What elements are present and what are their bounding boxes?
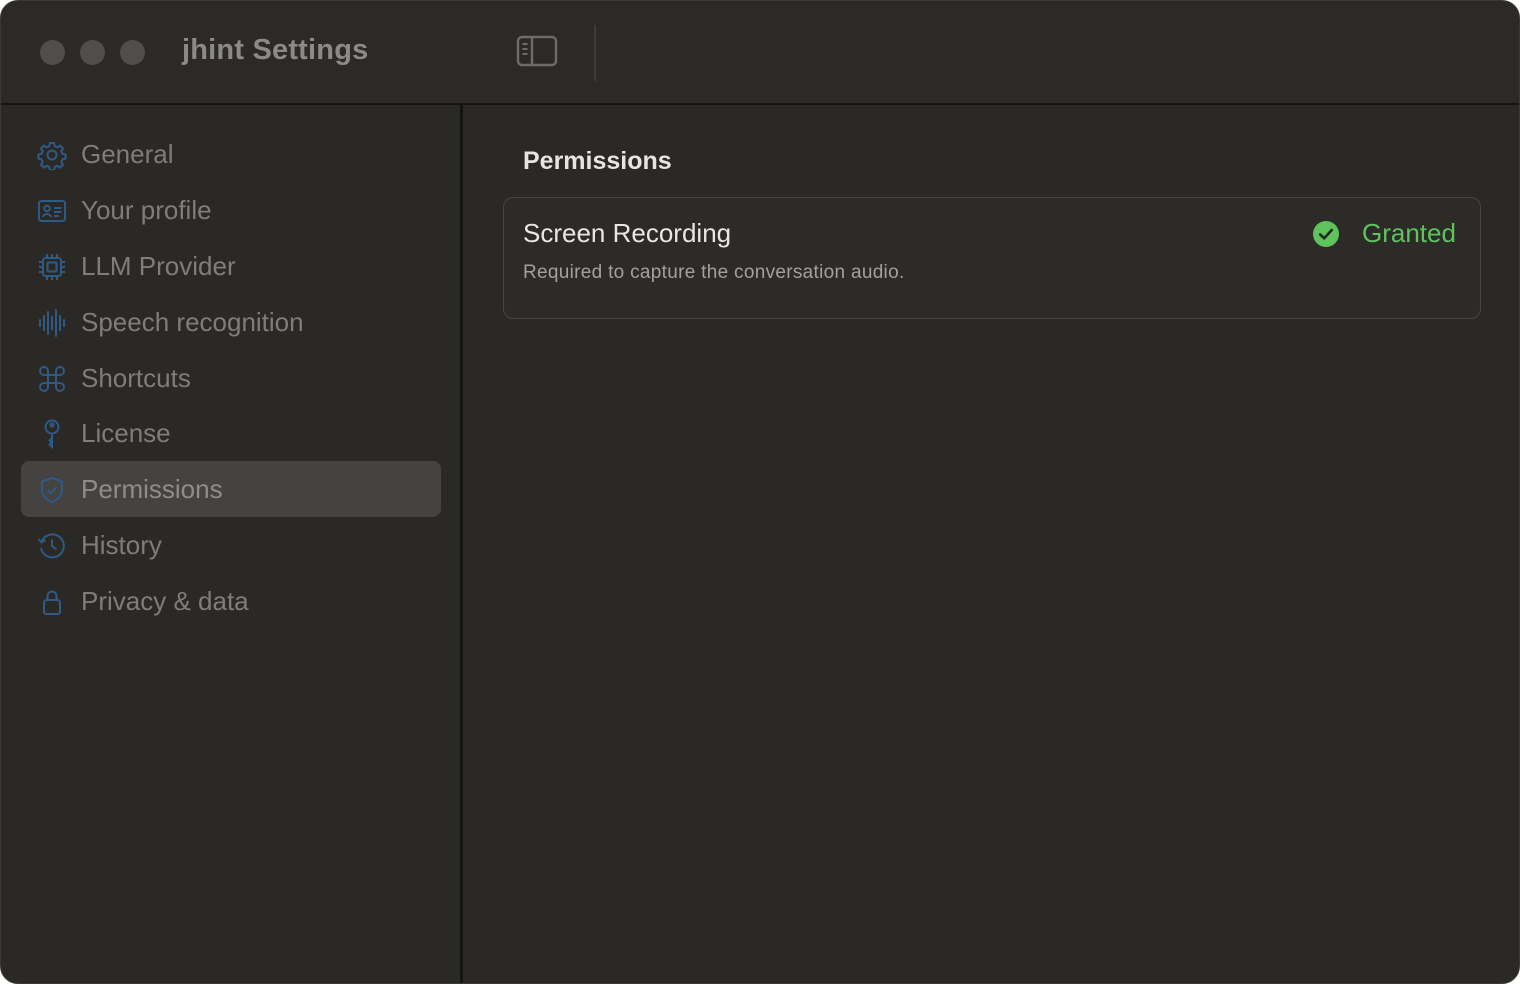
permission-description: Required to capture the conversation aud…: [523, 262, 905, 283]
profile-card-icon: [37, 196, 67, 226]
sidebar-item-llm-provider[interactable]: LLM Provider: [21, 238, 441, 294]
command-key-icon: [37, 364, 67, 394]
permission-card-screen-recording: Screen Recording Required to capture the…: [503, 197, 1481, 319]
sidebar-item-label: Permissions: [81, 474, 223, 504]
sidebar-item-label: LLM Provider: [81, 251, 236, 281]
sidebar-item-label: Shortcuts: [81, 363, 191, 393]
sidebar-item-general[interactable]: General: [21, 126, 441, 182]
settings-window: jhint Settings General Your profile LLM …: [0, 0, 1520, 984]
main-content: Permissions Screen Recording Required to…: [463, 105, 1519, 983]
sidebar-item-privacy-data[interactable]: Privacy & data: [21, 573, 441, 629]
sidebar-item-label: History: [81, 530, 162, 560]
key-icon: [37, 419, 67, 449]
sidebar: General Your profile LLM Provider Speech…: [1, 105, 461, 983]
sidebar-item-label: License: [81, 418, 171, 448]
sidebar-item-label: General: [81, 139, 174, 169]
sidebar-item-label: Speech recognition: [81, 307, 304, 337]
permission-name: Screen Recording: [523, 218, 732, 248]
zoom-window-button[interactable]: [120, 40, 145, 65]
sidebar-item-speech-recognition[interactable]: Speech recognition: [21, 294, 441, 350]
checkmark-circle-icon: [1312, 220, 1340, 248]
lock-icon: [37, 587, 67, 617]
cpu-chip-icon: [37, 252, 67, 282]
waveform-icon: [37, 308, 67, 338]
minimize-window-button[interactable]: [80, 40, 105, 65]
window-title: jhint Settings: [182, 34, 369, 66]
toolbar-divider: [594, 25, 596, 81]
sidebar-item-shortcuts[interactable]: Shortcuts: [21, 350, 441, 406]
sidebar-toggle-icon[interactable]: [515, 34, 559, 68]
sidebar-item-your-profile[interactable]: Your profile: [21, 182, 441, 238]
sidebar-item-license[interactable]: License: [21, 405, 441, 461]
history-clock-icon: [37, 531, 67, 561]
sidebar-item-permissions[interactable]: Permissions: [21, 461, 441, 517]
sidebar-item-label: Your profile: [81, 195, 212, 225]
page-title: Permissions: [523, 147, 672, 175]
shield-check-icon: [37, 475, 67, 505]
sidebar-item-history[interactable]: History: [21, 517, 441, 573]
close-window-button[interactable]: [40, 40, 65, 65]
sidebar-item-label: Privacy & data: [81, 586, 249, 616]
title-bar: jhint Settings: [1, 1, 1519, 105]
gear-icon: [37, 140, 67, 170]
permission-status: Granted: [1362, 218, 1456, 248]
